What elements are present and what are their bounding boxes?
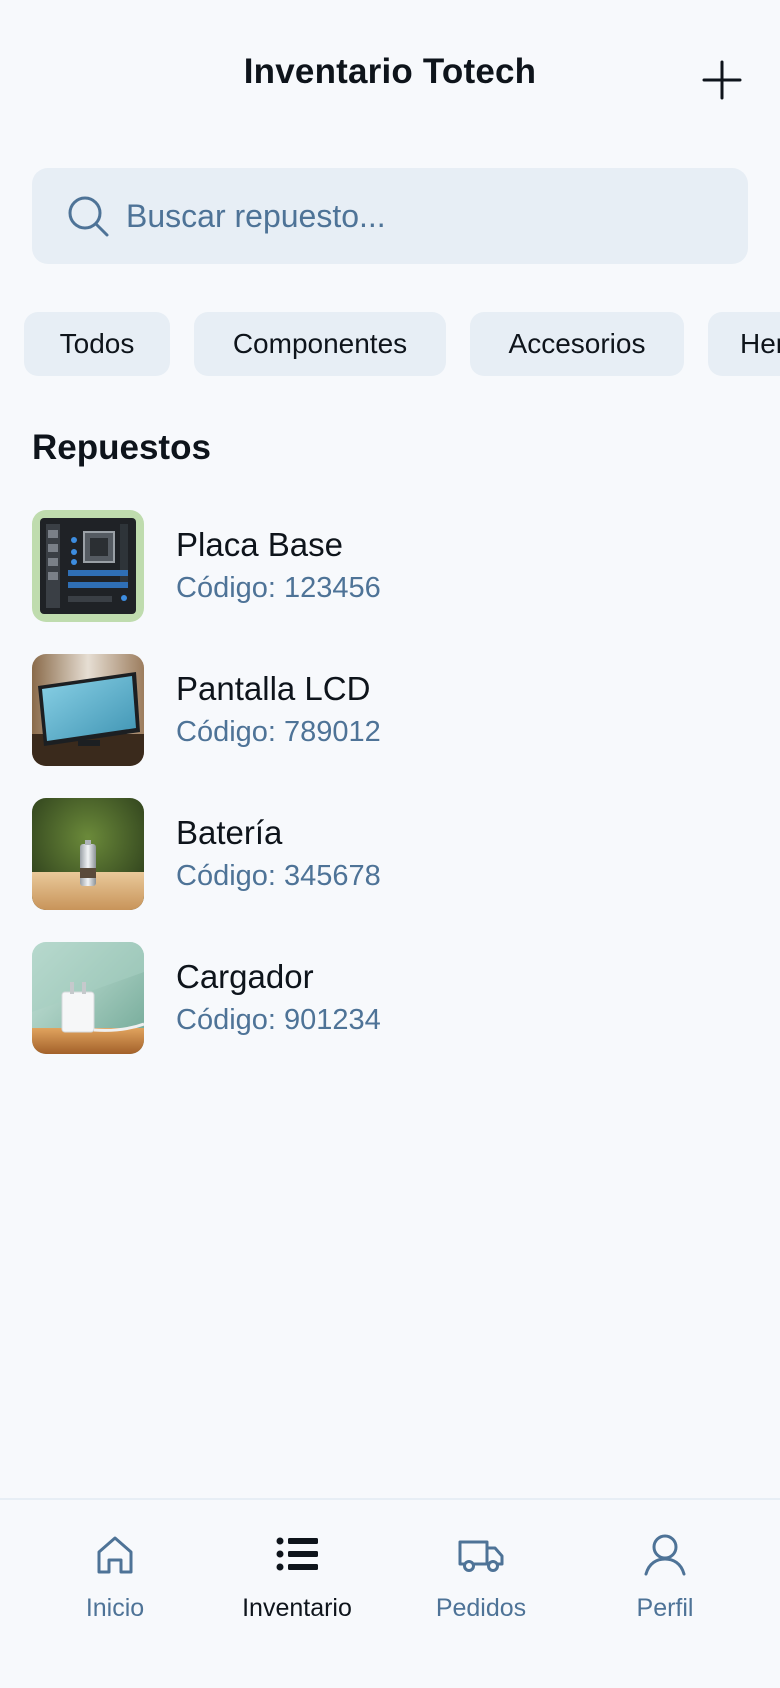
bottom-navigation: Inicio Inventario Pedidos Perfil (0, 1498, 780, 1688)
nav-label: Inventario (242, 1594, 352, 1622)
item-code: Código: 789012 (176, 716, 381, 748)
list-item[interactable]: Cargador Código: 901234 (0, 942, 780, 1054)
item-thumbnail (32, 798, 144, 910)
search-icon (68, 196, 109, 237)
item-code: Código: 123456 (176, 572, 381, 604)
item-name: Pantalla LCD (176, 670, 371, 707)
item-name: Batería (176, 814, 283, 851)
filter-chip-todos[interactable]: Todos (24, 312, 170, 376)
filter-chip-herramientas[interactable]: Her (708, 312, 780, 376)
filter-chip-componentes[interactable]: Componentes (194, 312, 446, 376)
list-item[interactable]: Pantalla LCD Código: 789012 (0, 654, 780, 766)
nav-label: Inicio (85, 1594, 145, 1622)
nav-item-inicio[interactable]: Inicio (40, 1530, 190, 1640)
user-icon (644, 1534, 686, 1576)
truck-icon (458, 1540, 504, 1572)
nav-label: Perfil (636, 1594, 694, 1622)
nav-label: Pedidos (435, 1594, 527, 1622)
filter-chip-accesorios[interactable]: Accesorios (470, 312, 684, 376)
filter-chips: Todos Componentes Accesorios Her (0, 312, 780, 376)
search-input[interactable] (126, 197, 686, 235)
motherboard-image (32, 510, 144, 622)
list-icon (276, 1537, 318, 1571)
section-title: Repuestos (32, 428, 211, 467)
battery-image (32, 798, 144, 910)
home-icon (97, 1536, 133, 1574)
lcd-screen-image (32, 654, 144, 766)
nav-item-pedidos[interactable]: Pedidos (406, 1530, 556, 1640)
list-item[interactable]: Placa Base Código: 123456 (0, 510, 780, 622)
search-bar[interactable] (32, 168, 748, 264)
item-thumbnail (32, 654, 144, 766)
item-name: Cargador (176, 958, 314, 995)
item-name: Placa Base (176, 526, 343, 563)
page-title: Inventario Totech (243, 52, 537, 91)
app-screen: Inventario Totech Todos Componentes Acce… (0, 0, 780, 1688)
nav-item-inventario[interactable]: Inventario (222, 1530, 372, 1640)
item-code: Código: 345678 (176, 860, 381, 892)
add-button[interactable] (698, 56, 746, 104)
item-thumbnail (32, 942, 144, 1054)
nav-item-perfil[interactable]: Perfil (590, 1530, 740, 1640)
charger-image (32, 942, 144, 1054)
plus-icon (702, 60, 742, 100)
list-item[interactable]: Batería Código: 345678 (0, 798, 780, 910)
item-code: Código: 901234 (176, 1004, 381, 1036)
item-thumbnail (32, 510, 144, 622)
header: Inventario Totech (0, 0, 780, 160)
